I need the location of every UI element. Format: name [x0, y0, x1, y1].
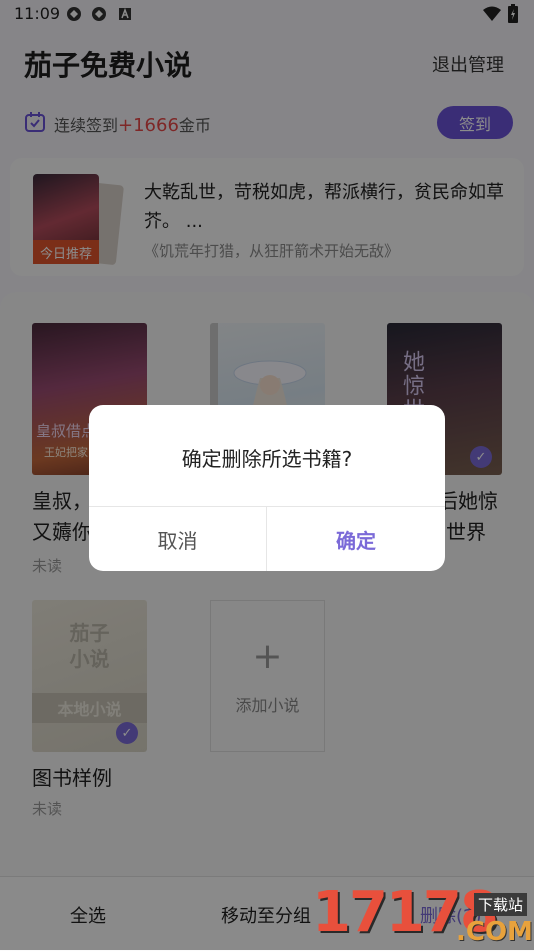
watermark-domain: .COM — [456, 917, 533, 947]
dialog-title: 确定删除所选书籍? — [181, 447, 353, 471]
watermark-site: 下载站 — [474, 893, 528, 916]
delete-confirm-dialog: 确定删除所选书籍? 取消 确定 — [89, 405, 445, 571]
confirm-button[interactable]: 确定 — [267, 507, 445, 571]
cancel-button[interactable]: 取消 — [89, 507, 266, 571]
